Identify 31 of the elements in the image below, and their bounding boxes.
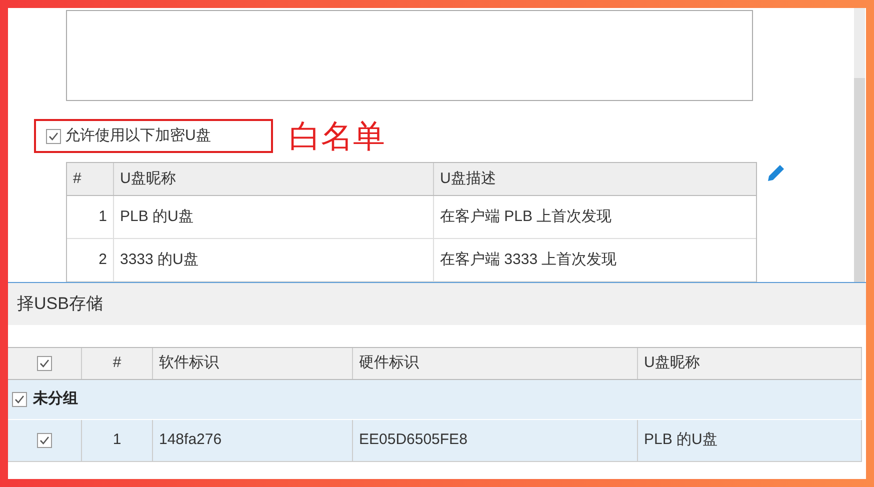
table-cell-text: 在客户端 PLB 上首次发现 <box>439 206 613 227</box>
table-cell: 1 <box>82 420 153 461</box>
column-header[interactable]: 硬件标识 <box>353 348 638 379</box>
checkmark-icon <box>39 358 50 369</box>
select-all-checkbox[interactable] <box>37 356 52 371</box>
annotation-text: 白名单 <box>289 120 385 152</box>
group-checkbox[interactable] <box>12 392 27 407</box>
table-cell: 2 <box>67 239 114 281</box>
table-cell-text: 在客户端 3333 上首次发现 <box>439 250 618 270</box>
checkmark-icon <box>14 394 25 405</box>
pencil-icon[interactable] <box>765 162 787 184</box>
checkbox[interactable] <box>46 128 61 144</box>
column-header[interactable]: # <box>67 163 114 195</box>
row-checkbox[interactable] <box>37 433 52 448</box>
table-cell: 1 <box>67 196 114 238</box>
table-cell: 148fa276 <box>153 420 353 461</box>
table-cell: PLB 的U盘 <box>638 420 862 461</box>
column-header[interactable]: 软件标识 <box>153 348 353 379</box>
dialog-title: 择USB存储 <box>17 293 103 316</box>
table-cell: 3333 的U盘 <box>114 239 434 281</box>
column-header[interactable]: # <box>82 348 153 379</box>
checkmark-icon <box>48 130 59 142</box>
checkbox-label: 允许使用以下加密U盘 <box>65 126 211 146</box>
checkmark-icon <box>39 435 50 446</box>
column-header[interactable]: U盘昵称 <box>638 348 862 379</box>
table-cell: PLB 的U盘 <box>114 196 434 238</box>
column-header[interactable]: U盘昵称 <box>114 163 434 195</box>
column-header[interactable]: U盘描述 <box>434 163 756 195</box>
scrollbar[interactable] <box>854 8 865 282</box>
group-label: 未分组 <box>33 389 78 410</box>
table-cell: EE05D6505FE8 <box>353 420 638 461</box>
